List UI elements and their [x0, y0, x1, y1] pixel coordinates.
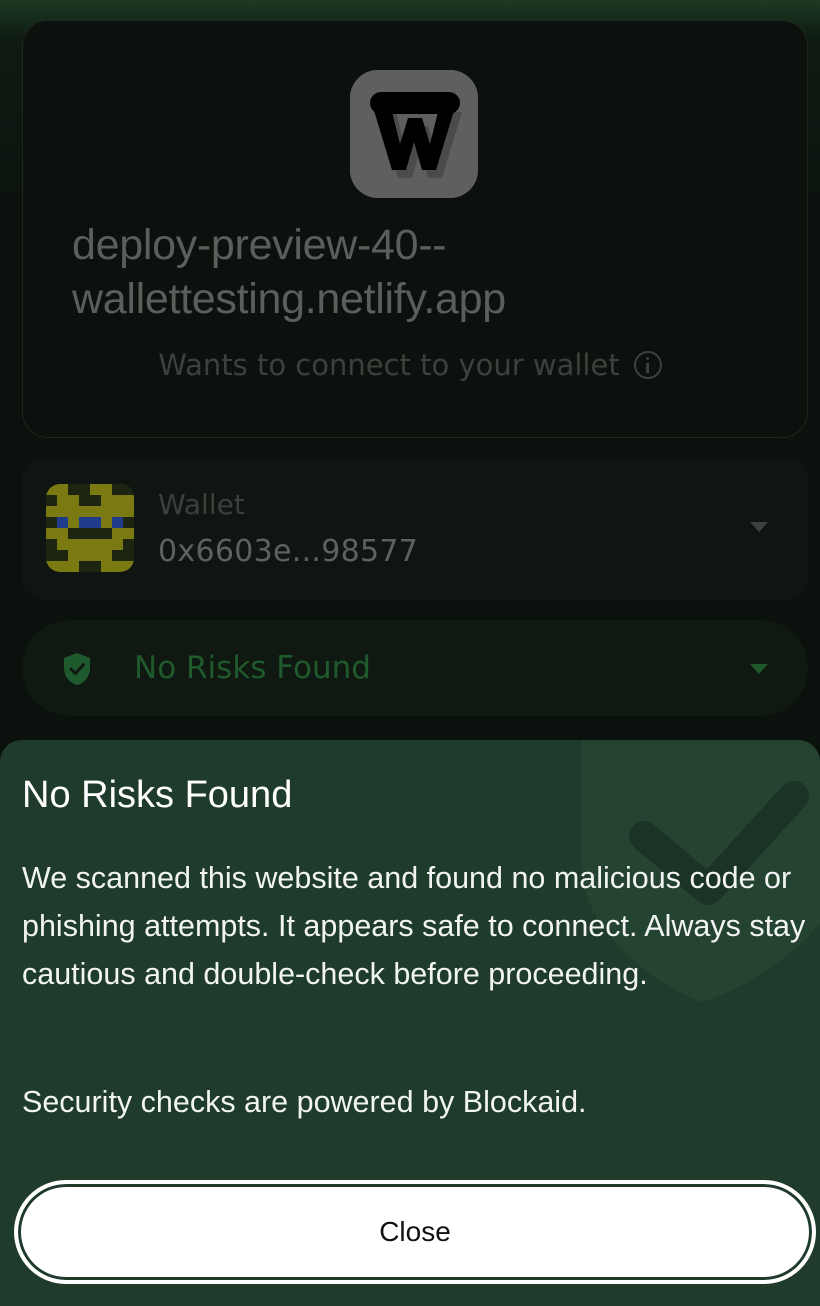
pixel-avatar-icon — [46, 484, 134, 572]
wallet-label: Wallet — [158, 488, 245, 521]
wallet-connect-screen: deploy-preview-40--wallettesting.netlify… — [0, 0, 820, 1306]
app-name: deploy-preview-40--wallettesting.netlify… — [72, 221, 506, 323]
info-circle-icon[interactable] — [633, 351, 662, 379]
wallet-selector[interactable] — [22, 458, 808, 600]
subtitle-text: Wants to connect to your wallet — [158, 348, 620, 382]
w-logo-icon — [350, 70, 478, 198]
blockaid-note: Security checks are powered by Blockaid. — [22, 1085, 587, 1119]
risk-status-label: No Risks Found — [134, 650, 371, 686]
wallet-address: 0x6603e...98577 — [158, 534, 419, 569]
chevron-down-icon[interactable] — [750, 522, 768, 532]
sheet-description: We scanned this website and found no mal… — [22, 861, 806, 991]
close-button[interactable]: Close — [14, 1180, 816, 1284]
connect-request-subtitle: Wants to connect to your wallet — [0, 348, 820, 382]
chevron-down-icon[interactable] — [750, 664, 768, 674]
shield-check-icon — [62, 652, 92, 686]
sheet-title: No Risks Found — [22, 774, 293, 816]
